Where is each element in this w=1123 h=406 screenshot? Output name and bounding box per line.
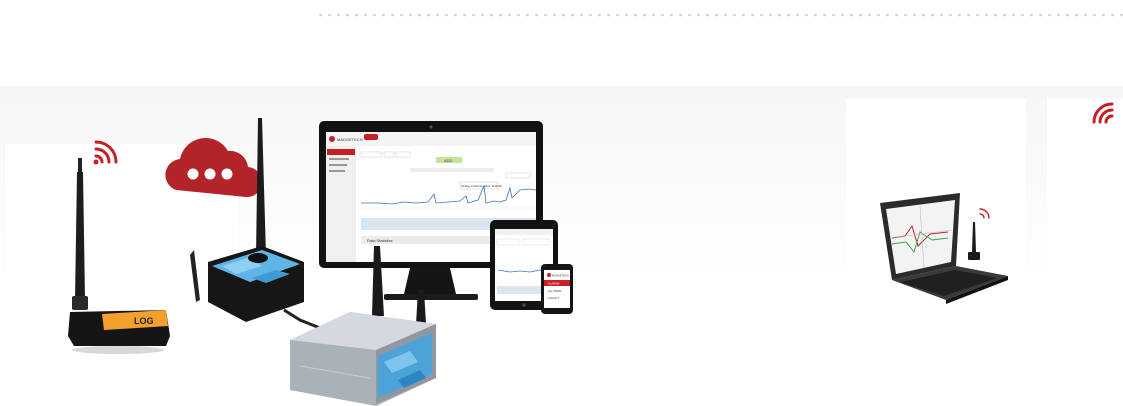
logger-shadow <box>72 346 164 354</box>
phone-row-0: ALARMS <box>548 282 560 286</box>
data-logger: LOG <box>68 140 170 354</box>
monitor-stand <box>404 268 456 294</box>
brand-logo-icon <box>329 136 335 142</box>
wifi-signal-icon <box>93 140 118 165</box>
add-button-label: ADD <box>444 158 453 163</box>
logger-label: LOG <box>134 316 154 326</box>
tablet-home-button <box>522 303 526 307</box>
gateway-side-antenna <box>190 250 200 302</box>
monitor-brand: MADGETECH <box>337 137 363 142</box>
laptop-antenna <box>972 222 976 252</box>
laptop-signal-icon <box>979 208 990 219</box>
stats-panel-title: Data Statistics <box>367 238 393 243</box>
smartphone: MADGETECH ALARMS ALL ITEMS LOGOUT <box>541 264 573 314</box>
cloud-icon <box>165 138 263 198</box>
phone-logo-icon <box>547 273 551 277</box>
laptop-device <box>880 193 1008 304</box>
phone-row-1: ALL ITEMS <box>548 289 561 293</box>
antenna-base <box>72 296 88 310</box>
webcam <box>429 125 433 129</box>
phone-row-2: LOGOUT <box>548 296 559 300</box>
monitor-base <box>384 294 478 300</box>
antenna-tip <box>78 158 82 172</box>
tooltip-text: Sunday, 2 February 2014, 13:00:00 <box>461 184 502 188</box>
antenna-mount <box>248 253 268 263</box>
monitor-sidebar <box>326 146 356 262</box>
gateway-antenna <box>256 118 266 256</box>
phone-brand: MADGETECH <box>552 274 569 278</box>
product-illustration: LOG MADGETECH ADD Sunday, 2 February 201… <box>68 102 1114 406</box>
antenna <box>75 172 85 300</box>
wifi-signal-icon-right <box>1092 102 1114 124</box>
